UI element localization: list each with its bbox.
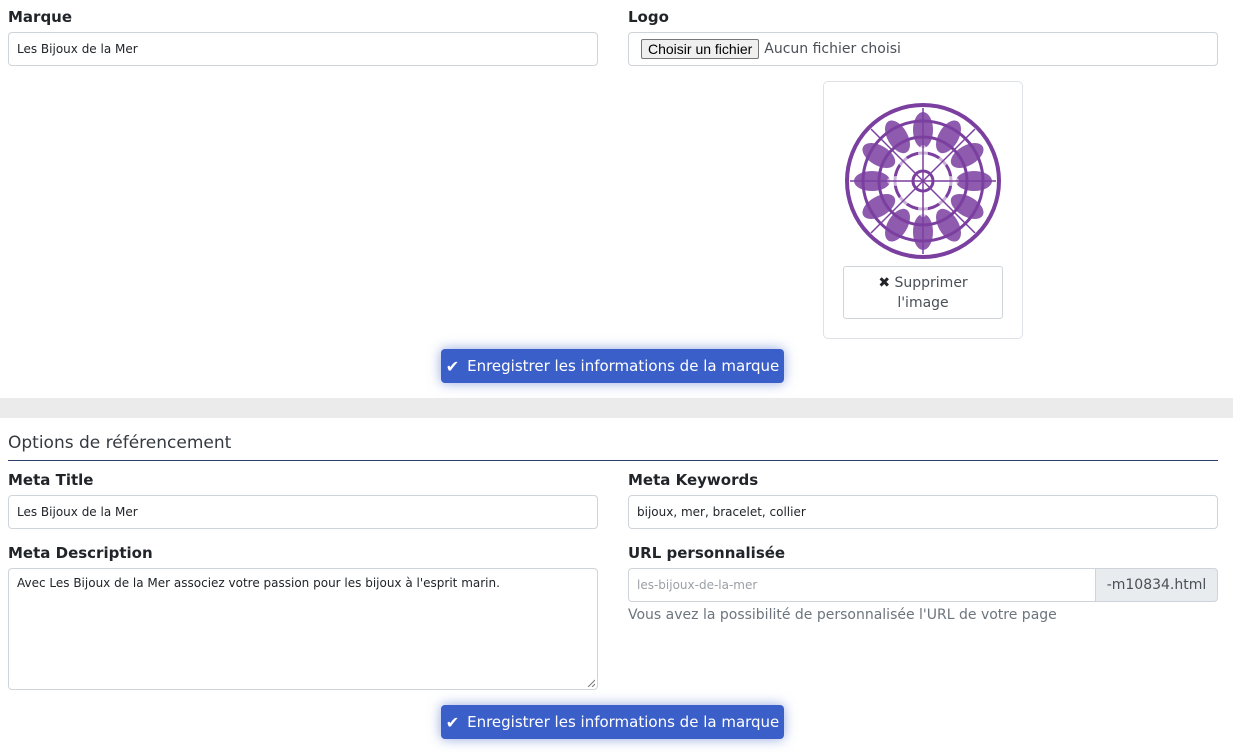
url-input-group: les-bijoux-de-la-mer -m10834.html — [628, 568, 1218, 602]
meta-description-label: Meta Description — [8, 544, 153, 562]
choose-file-button[interactable]: Choisir un fichier — [641, 39, 760, 59]
file-status: Aucun fichier choisi — [764, 41, 901, 57]
mandala-logo-image — [845, 103, 1001, 259]
save-seo-button[interactable]: ✔ Enregistrer les informations de la mar… — [441, 705, 784, 739]
url-input[interactable]: les-bijoux-de-la-mer — [628, 568, 1095, 602]
delete-image-label-line1: Supprimer — [894, 275, 968, 291]
meta-title-label: Meta Title — [8, 471, 94, 489]
meta-description-textarea[interactable]: Avec Les Bijoux de la Mer associez votre… — [8, 568, 598, 690]
meta-keywords-label: Meta Keywords — [628, 471, 759, 489]
save-brand-label: Enregistrer les informations de la marqu… — [467, 357, 780, 375]
marque-label: Marque — [8, 8, 73, 26]
meta-title-input[interactable]: Les Bijoux de la Mer — [8, 495, 598, 529]
section-separator — [0, 398, 1233, 418]
url-suffix: -m10834.html — [1095, 568, 1218, 602]
resize-handle-icon[interactable] — [587, 679, 595, 687]
seo-section-title: Options de référencement — [8, 433, 232, 453]
url-label: URL personnalisée — [628, 544, 786, 562]
delete-image-button[interactable]: ✖ Supprimer l'image — [843, 266, 1003, 319]
section-divider — [8, 460, 1218, 461]
close-icon: ✖ — [878, 275, 891, 291]
check-icon: ✔ — [445, 712, 460, 732]
save-seo-label: Enregistrer les informations de la marqu… — [467, 713, 780, 731]
check-icon: ✔ — [445, 356, 460, 376]
logo-preview-card: ✖ Supprimer l'image — [823, 81, 1023, 339]
save-brand-button[interactable]: ✔ Enregistrer les informations de la mar… — [441, 349, 784, 383]
logo-file-input[interactable]: Choisir un fichier Aucun fichier choisi — [628, 32, 1218, 66]
delete-image-label-line2: l'image — [897, 295, 949, 311]
logo-label: Logo — [628, 8, 669, 26]
url-help-text: Vous avez la possibilité de personnalisé… — [628, 607, 1057, 623]
meta-description-text: Avec Les Bijoux de la Mer associez votre… — [17, 576, 500, 590]
meta-keywords-input[interactable]: bijoux, mer, bracelet, collier — [628, 495, 1218, 529]
marque-input[interactable]: Les Bijoux de la Mer — [8, 32, 598, 66]
